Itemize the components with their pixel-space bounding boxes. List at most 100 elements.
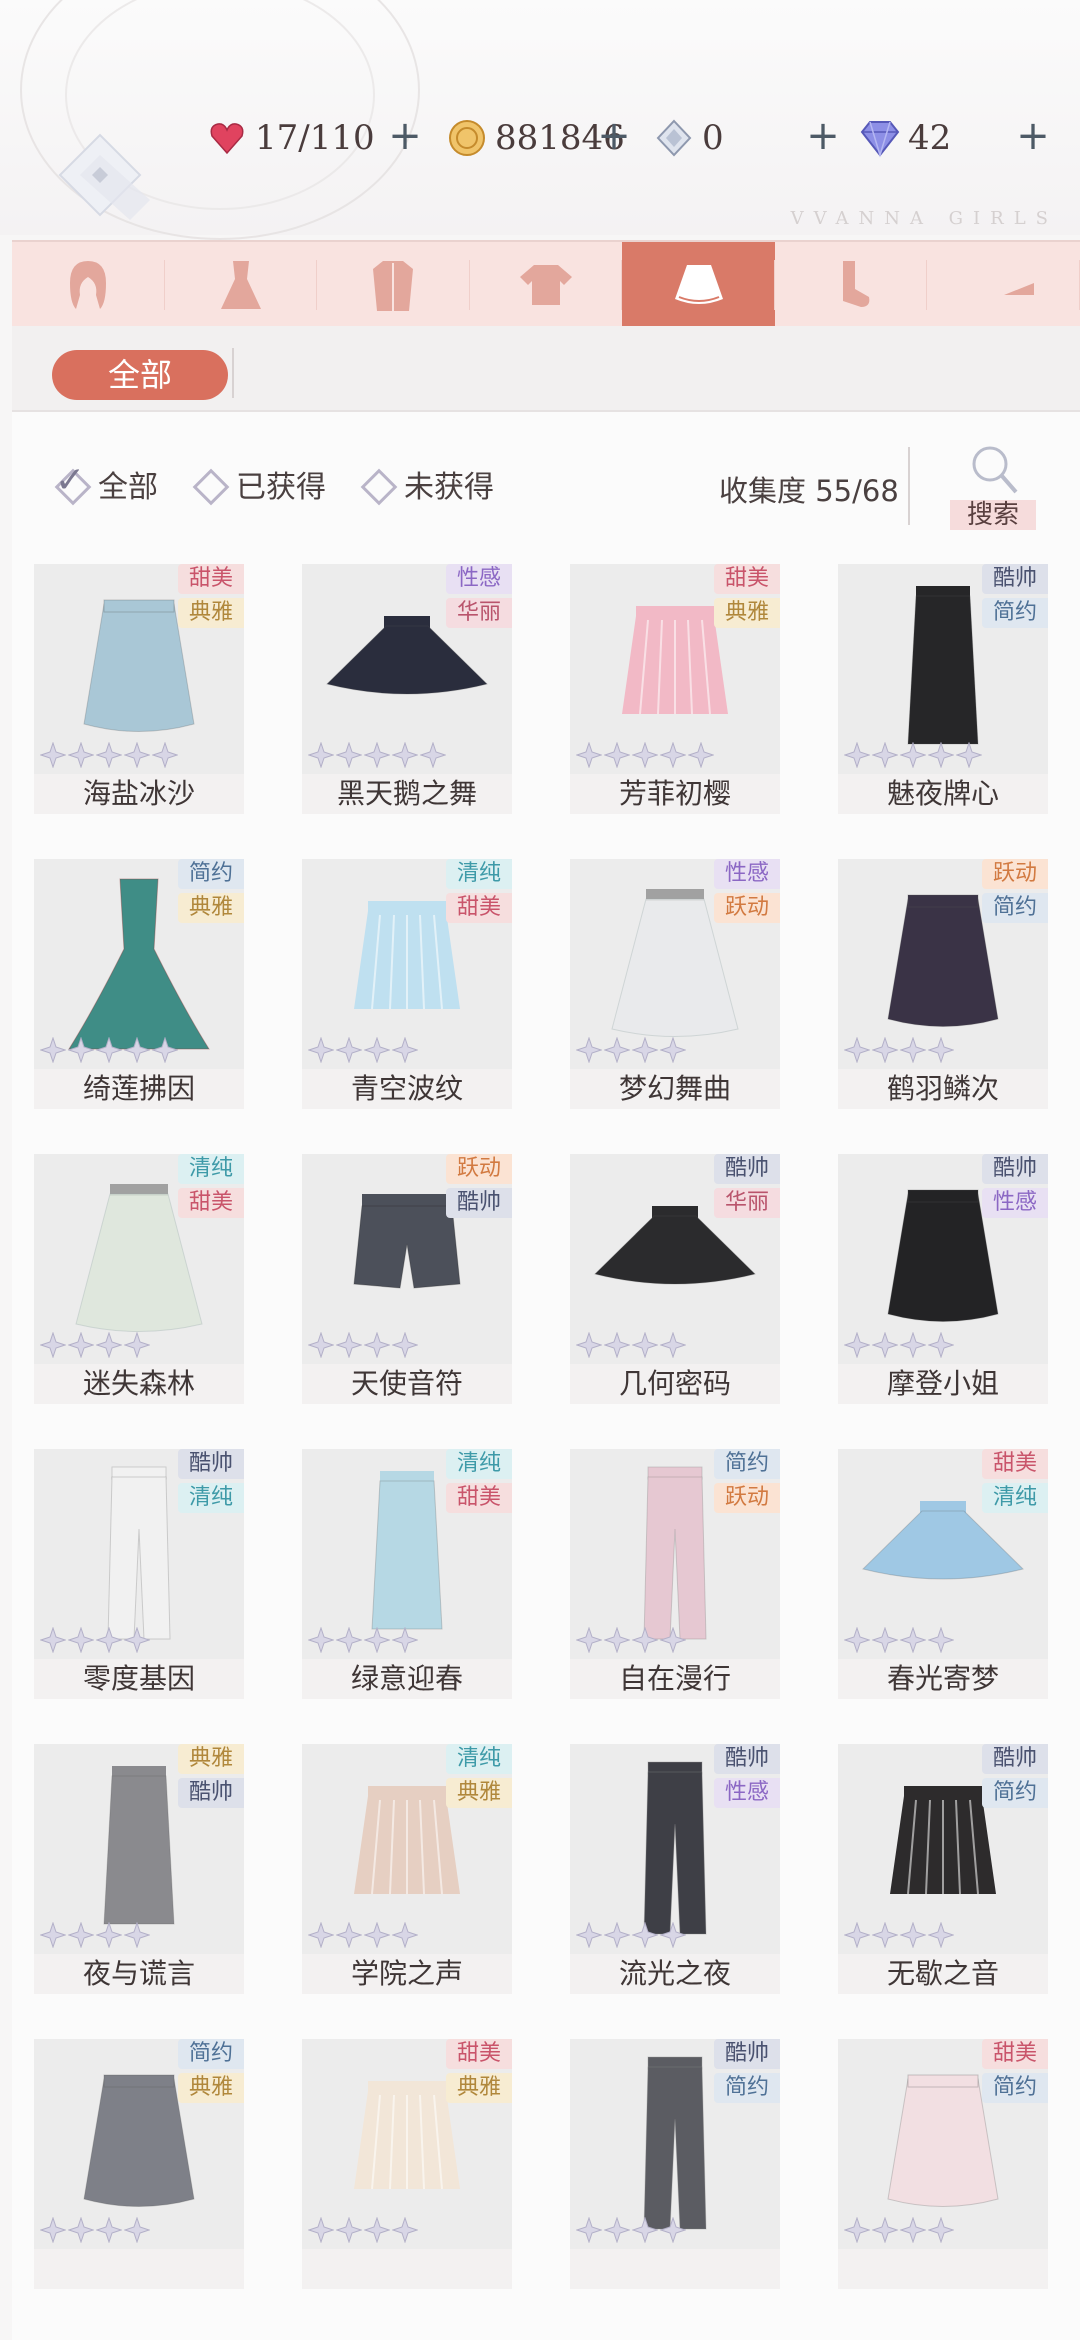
- item-card[interactable]: 性感 华丽 黑天鹅之舞: [302, 564, 512, 816]
- rarity-stars: [307, 1626, 419, 1654]
- star-icon: [603, 1331, 631, 1359]
- star-icon: [871, 1036, 899, 1064]
- style-tag: 清纯: [446, 1449, 512, 1479]
- add-stamina-button[interactable]: +: [385, 116, 425, 156]
- item-card[interactable]: 典雅 酷帅 夜与谎言: [34, 1744, 244, 1996]
- item-card[interactable]: 清纯 甜美 青空波纹: [302, 859, 512, 1111]
- star-icon: [391, 1921, 419, 1949]
- top-bar: 17/110 + 881846 + 0 + 42 + VVANNA GIRLS: [0, 0, 1080, 240]
- gold-coin-icon: [445, 116, 489, 160]
- rarity-stars: [843, 1036, 955, 1064]
- item-card[interactable]: 甜美 典雅 海盐冰沙: [34, 564, 244, 816]
- item-card[interactable]: 清纯 甜美 迷失森林: [34, 1154, 244, 1406]
- stamina-counter: 17/110: [205, 110, 375, 166]
- back-arrow-icon: [58, 133, 150, 220]
- crystal-counter: 0: [652, 110, 724, 166]
- style-tag: 清纯: [178, 1154, 244, 1184]
- style-tag: 清纯: [178, 1483, 244, 1513]
- item-name: 几何密码: [570, 1364, 780, 1404]
- item-card[interactable]: 简约 跃动 自在漫行: [570, 1449, 780, 1701]
- coat-icon: [373, 261, 414, 311]
- item-name: 迷失森林: [34, 1364, 244, 1404]
- heart-stamina-icon: [205, 116, 249, 160]
- item-name: [570, 2249, 780, 2289]
- star-icon: [391, 2216, 419, 2244]
- star-icon: [67, 1921, 95, 1949]
- item-card[interactable]: 甜美 典雅 芳菲初樱: [570, 564, 780, 816]
- item-card[interactable]: 酷帅 简约 无歇之音: [838, 1744, 1048, 1996]
- style-tag: 甜美: [446, 1483, 512, 1513]
- style-tag: 酷帅: [982, 1744, 1048, 1774]
- item-card[interactable]: 酷帅 性感 流光之夜: [570, 1744, 780, 1996]
- filter-obtained[interactable]: 已获得: [190, 462, 326, 506]
- star-icon: [39, 1331, 67, 1359]
- style-tag: 甜美: [446, 893, 512, 923]
- collection-value: 55/68: [815, 474, 899, 508]
- item-name: 摩登小姐: [838, 1364, 1048, 1404]
- star-icon: [631, 1036, 659, 1064]
- item-card[interactable]: 酷帅 性感 摩登小姐: [838, 1154, 1048, 1406]
- tab-hair[interactable]: [12, 242, 165, 328]
- style-tag: 简约: [178, 859, 244, 889]
- tab-dress[interactable]: [165, 242, 318, 328]
- filter-label: 全部: [98, 470, 158, 505]
- search-button[interactable]: 搜索: [942, 442, 1052, 538]
- rarity-stars: [307, 1331, 419, 1359]
- style-tag: 典雅: [178, 2073, 244, 2103]
- item-card[interactable]: 跃动 酷帅 天使音符: [302, 1154, 512, 1406]
- dress-icon: [220, 261, 261, 309]
- star-icon: [575, 2216, 603, 2244]
- star-icon: [659, 2216, 687, 2244]
- star-icon: [307, 1626, 335, 1654]
- tab-skirt[interactable]: [622, 242, 775, 328]
- rarity-stars: [307, 741, 447, 769]
- wardrobe-panel: ✓ 全部 已获得 未获得 收集度 55/68 搜索 甜美 典雅 海盐冰沙 性感 华丽 黑天…: [12, 412, 1080, 2340]
- star-icon: [95, 1626, 123, 1654]
- style-tag: 酷帅: [178, 1778, 244, 1808]
- back-button[interactable]: [40, 120, 160, 230]
- add-crystal-button[interactable]: +: [803, 116, 843, 156]
- skirt-icon: [674, 265, 723, 304]
- item-card[interactable]: 酷帅 简约: [570, 2039, 780, 2291]
- item-name: 天使音符: [302, 1364, 512, 1404]
- star-icon: [335, 1921, 363, 1949]
- style-tag: 跃动: [982, 859, 1048, 889]
- star-icon: [843, 1331, 871, 1359]
- item-card[interactable]: 酷帅 简约 魅夜牌心: [838, 564, 1048, 816]
- tab-top[interactable]: [470, 242, 623, 328]
- item-card[interactable]: 性感 跃动 梦幻舞曲: [570, 859, 780, 1111]
- item-card[interactable]: 甜美 简约: [838, 2039, 1048, 2291]
- star-icon: [95, 741, 123, 769]
- rarity-stars: [39, 1331, 151, 1359]
- item-card[interactable]: 清纯 甜美 绿意迎春: [302, 1449, 512, 1701]
- star-icon: [335, 741, 363, 769]
- rarity-stars: [843, 1626, 955, 1654]
- item-name: 零度基因: [34, 1659, 244, 1699]
- tab-coat[interactable]: [317, 242, 470, 328]
- add-diamond-button[interactable]: +: [1013, 116, 1053, 156]
- filter-all[interactable]: ✓ 全部: [52, 460, 158, 506]
- subtab-all[interactable]: 全部: [52, 350, 228, 400]
- star-icon: [575, 1036, 603, 1064]
- add-gold-button[interactable]: +: [594, 116, 634, 156]
- style-tag: 简约: [982, 598, 1048, 628]
- filter-label: 已获得: [236, 470, 326, 505]
- crystal-value: 0: [702, 118, 724, 158]
- style-tag: 甜美: [446, 2039, 512, 2069]
- style-tag: 酷帅: [714, 1154, 780, 1184]
- item-card[interactable]: 酷帅 清纯 零度基因: [34, 1449, 244, 1701]
- item-card[interactable]: 甜美 典雅: [302, 2039, 512, 2291]
- tab-more[interactable]: [927, 242, 1080, 328]
- item-card[interactable]: 甜美 清纯 春光寄梦: [838, 1449, 1048, 1701]
- tab-socks[interactable]: [775, 242, 928, 328]
- filter-not-obtained[interactable]: 未获得: [358, 462, 494, 506]
- star-icon: [575, 1331, 603, 1359]
- item-card[interactable]: 清纯 典雅 学院之声: [302, 1744, 512, 1996]
- star-icon: [95, 1331, 123, 1359]
- item-card[interactable]: 跃动 简约 鹤羽鳞次: [838, 859, 1048, 1111]
- top-icon: [520, 265, 573, 305]
- item-card[interactable]: 酷帅 华丽 几何密码: [570, 1154, 780, 1406]
- item-card[interactable]: 简约 典雅 绮莲拂因: [34, 859, 244, 1111]
- item-card[interactable]: 简约 典雅: [34, 2039, 244, 2291]
- item-name: 黑天鹅之舞: [302, 774, 512, 814]
